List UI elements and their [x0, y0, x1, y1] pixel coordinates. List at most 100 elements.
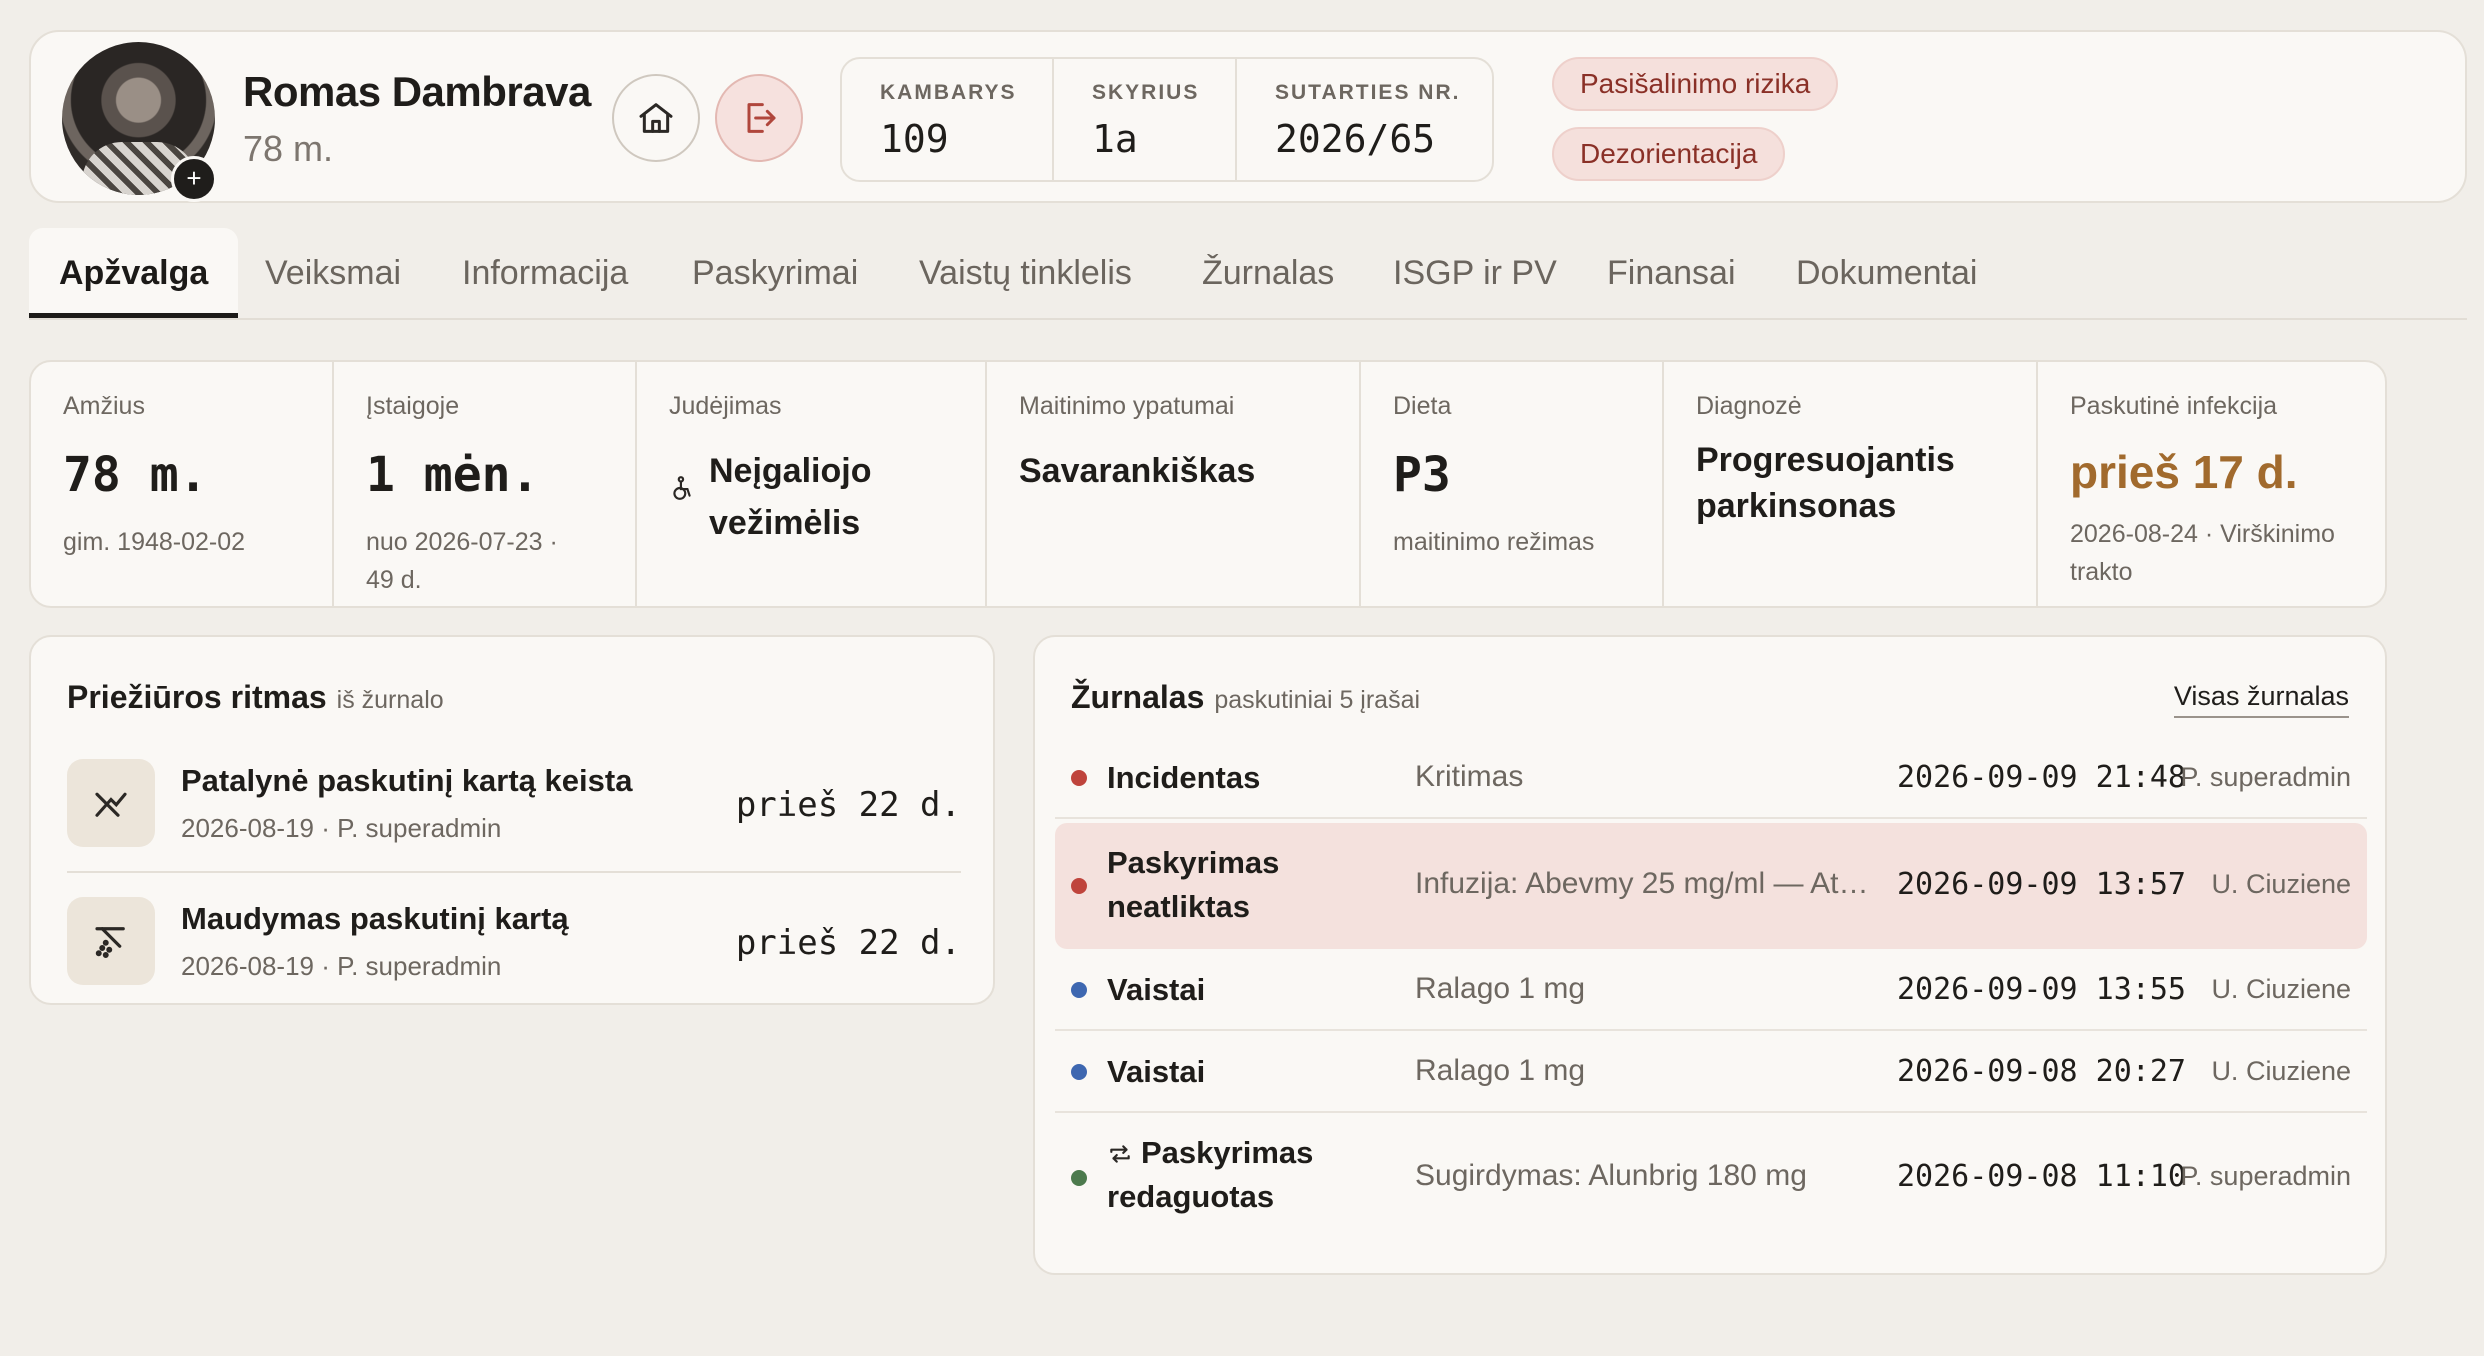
repeat-icon	[1110, 1145, 1130, 1163]
journal-row-time: 2026-09-09 21:48	[1897, 760, 2186, 795]
stat-diet-sub: maitinimo režimas	[1393, 528, 1595, 556]
risk-tag-disorientation[interactable]: Dezorientacija	[1552, 127, 1786, 181]
stat-infection-detail-2: trakto	[2070, 558, 2133, 586]
journal-title: Žurnalas paskutiniai 5 įrašai	[1071, 679, 1420, 716]
care-icon-box	[67, 759, 155, 847]
room-cell: KAMBARYS 109	[842, 59, 1054, 180]
tab-information[interactable]: Informacija	[462, 228, 628, 318]
tab-finances[interactable]: Finansai	[1607, 228, 1736, 318]
stat-diagnosis-value: Progresuojantis parkinsonas	[1696, 437, 2036, 529]
journal-row-type: Paskyrimas neatliktas	[1107, 841, 1279, 929]
tab-documents[interactable]: Dokumentai	[1796, 228, 1977, 318]
journal-row-type-line1-wrap: Paskyrimas	[1107, 1131, 1313, 1175]
stat-stay-days: 49 d.	[366, 566, 422, 594]
journal-title-text: Žurnalas	[1071, 679, 1205, 715]
journal-row-highlighted[interactable]: Paskyrimas neatliktas Infuzija: Abevmy 2…	[1055, 823, 2367, 949]
journal-row-type: Vaistai	[1107, 1054, 1206, 1089]
journal-row-time: 2026-09-09 13:55	[1897, 972, 2186, 1007]
journal-row-desc: Infuzija: Abevmy 25 mg/ml — Ats...	[1415, 867, 1870, 900]
stat-diagnosis-label: Diagnozė	[1696, 392, 1802, 420]
contract-value: 2026/65	[1275, 117, 1436, 161]
status-dot-blue	[1071, 1064, 1087, 1080]
journal-row-time: 2026-09-09 13:57	[1897, 867, 2186, 902]
care-row-sub: 2026-08-19 · P. superadmin	[181, 951, 502, 981]
journal-row-time: 2026-09-08 11:10	[1897, 1159, 2186, 1194]
stat-age-value: 78 m.	[63, 447, 208, 503]
stat-mobility: Judėjimas Neįgaliojo vežimėlis	[637, 362, 987, 608]
stat-stay-since-date: nuo 2026-07-23 ·	[366, 528, 558, 556]
patient-age: 78 m.	[243, 128, 334, 169]
bedding-icon	[95, 792, 127, 817]
stat-feeding-value: Savarankiškas	[1019, 452, 1256, 490]
journal-row-desc: Ralago 1 mg	[1415, 1054, 1586, 1087]
stat-diet-value: P3	[1393, 447, 1451, 503]
stat-age: Amžius 78 m. gim. 1948-02-02	[31, 362, 334, 608]
journal-card: Žurnalas paskutiniai 5 įrašai Visas žurna…	[1033, 635, 2387, 1275]
tab-bar: Apžvalga Veiksmai Informacija Paskyrimai…	[29, 228, 2467, 320]
journal-row-type: Incidentas	[1107, 760, 1261, 795]
room-label: KAMBARYS	[880, 81, 1017, 104]
status-dot-green	[1071, 1170, 1087, 1186]
contract-cell: SUTARTIES NR. 2026/65	[1237, 59, 1492, 180]
stat-diet: Dieta P3 maitinimo režimas	[1361, 362, 1664, 608]
stat-feeding: Maitinimo ypatumai Savarankiškas	[987, 362, 1361, 608]
care-row-bathing[interactable]: Maudymas paskutinį kartą 2026-08-19 · P.…	[67, 875, 961, 1011]
journal-row-desc: Kritimas	[1415, 760, 1524, 793]
tab-actions[interactable]: Veiksmai	[265, 228, 401, 318]
journal-subtitle: paskutiniai 5 įrašai	[1214, 686, 1421, 714]
journal-row[interactable]: Vaistai Ralago 1 mg 2026-09-08 20:27 U. …	[1055, 1031, 2367, 1113]
view-all-journal-link[interactable]: Visas žurnalas	[2173, 681, 2349, 718]
care-row-title: Patalynė paskutinį kartą keista	[181, 763, 633, 798]
ward-cell: SKYRIUS 1a	[1054, 59, 1237, 180]
care-rhythm-title-text: Priežiūros ritmas	[67, 679, 327, 715]
patient-info-box: KAMBARYS 109 SKYRIUS 1a SUTARTIES NR. 20…	[840, 57, 1494, 182]
risk-tag-escape[interactable]: Pasišalinimo rizika	[1552, 57, 1839, 111]
journal-row-user: U. Ciuziene	[2211, 1056, 2351, 1086]
stat-stay: Įstaigoje 1 mėn. nuo 2026-07-23 · 49 d.	[334, 362, 637, 608]
tab-overview[interactable]: Apžvalga	[29, 228, 239, 318]
room-value: 109	[880, 117, 949, 161]
journal-row-user: P. superadmin	[2180, 1161, 2351, 1191]
tab-appointments[interactable]: Paskyrimai	[692, 228, 858, 318]
care-row-bedding[interactable]: Patalynė paskutinį kartą keista 2026-08-…	[67, 737, 961, 873]
care-row-sub: 2026-08-19 · P. superadmin	[181, 813, 502, 843]
tab-medication-grid[interactable]: Vaistų tinklelis	[919, 228, 1132, 318]
care-row-ago: prieš 22 d.	[735, 785, 961, 825]
status-dot-red	[1071, 878, 1087, 894]
stat-mobility-label: Judėjimas	[669, 392, 782, 420]
journal-row[interactable]: Paskyrimas redaguotas Sugirdymas: Alunbr…	[1055, 1113, 2367, 1239]
discharge-button[interactable]	[715, 74, 803, 162]
journal-row-type: Vaistai	[1107, 972, 1206, 1007]
journal-row[interactable]: Vaistai Ralago 1 mg 2026-09-09 13:55 U. …	[1055, 949, 2367, 1031]
tab-journal[interactable]: Žurnalas	[1202, 228, 1334, 318]
status-dot-red	[1071, 770, 1087, 786]
contract-label: SUTARTIES NR.	[1275, 81, 1461, 104]
journal-row-type-line2: redaguotas	[1107, 1179, 1275, 1214]
journal-row-desc: Ralago 1 mg	[1415, 972, 1586, 1005]
stat-feeding-label: Maitinimo ypatumai	[1019, 392, 1235, 420]
stat-stay-since: nuo 2026-07-23 · 49 d.	[366, 523, 635, 599]
stat-age-birthdate: gim. 1948-02-02	[63, 528, 246, 556]
stat-age-label: Amžius	[63, 392, 145, 420]
journal-row[interactable]: Incidentas Kritimas 2026-09-09 21:48 P. …	[1055, 737, 2367, 819]
stat-stay-value: 1 mėn.	[366, 447, 540, 503]
stat-diagnosis: Diagnozė Progresuojantis parkinsonas	[1664, 362, 2038, 608]
care-rhythm-subtitle: iš žurnalo	[336, 686, 444, 714]
stat-infection-detail: 2026-08-24 · Virškinimo trakto	[2070, 515, 2387, 591]
stat-mobility-value: Neįgaliojo vežimėlis	[669, 445, 985, 549]
tab-isgp[interactable]: ISGP ir PV	[1393, 228, 1557, 318]
journal-row-time: 2026-09-08 20:27	[1897, 1054, 2186, 1089]
stat-diagnosis-line2: parkinsonas	[1696, 487, 1897, 525]
shower-icon	[95, 927, 125, 958]
ward-value: 1a	[1092, 117, 1138, 161]
patient-name: Romas Dambrava	[243, 68, 591, 115]
care-row-title: Maudymas paskutinį kartą	[181, 901, 569, 936]
status-dot-blue	[1071, 982, 1087, 998]
avatar-add-button[interactable]: +	[171, 156, 217, 202]
journal-row-desc: Sugirdymas: Alunbrig 180 mg	[1415, 1159, 1807, 1192]
care-rhythm-card: Priežiūros ritmas iš žurnalo Patalynė pas…	[29, 635, 995, 1005]
journal-row-type-line1: Paskyrimas	[1141, 1135, 1314, 1170]
home-button[interactable]	[612, 74, 700, 162]
care-rhythm-title: Priežiūros ritmas iš žurnalo	[67, 679, 444, 716]
logout-icon	[747, 103, 776, 133]
